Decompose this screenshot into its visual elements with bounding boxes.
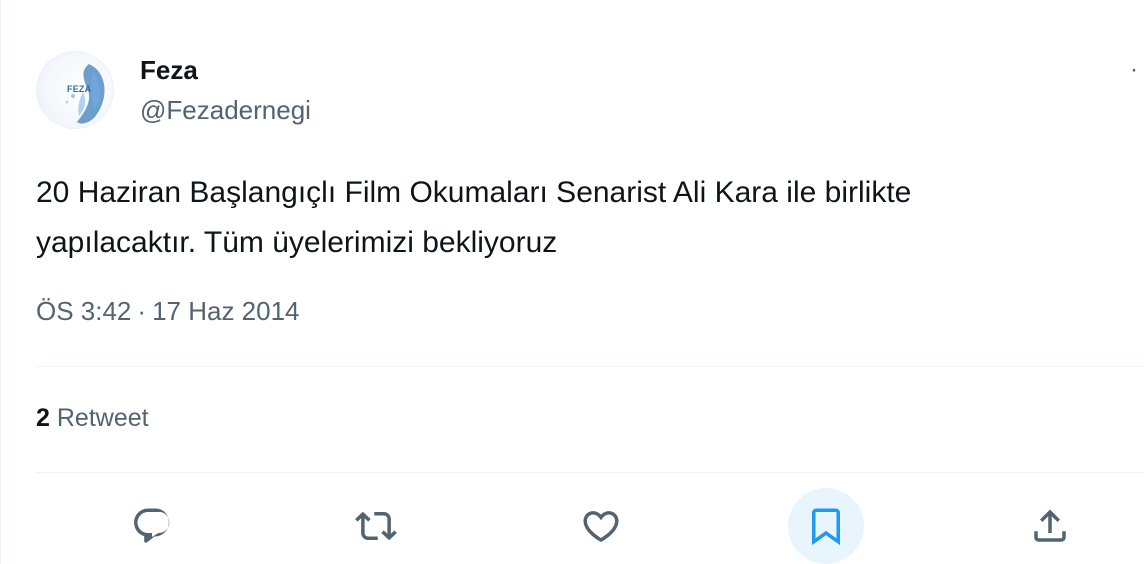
tweet-detail: FEZA Feza @Fezadernegi · 20 Haziran Başl… <box>0 0 1144 564</box>
share-button[interactable] <box>1012 488 1088 564</box>
bookmark-icon <box>812 508 840 546</box>
author-handle[interactable]: @Fezadernegi <box>140 95 311 126</box>
retweet-count: 2 <box>36 404 50 432</box>
tweet-text: 20 Haziran Başlangıçlı Film Okumaları Se… <box>36 176 912 259</box>
avatar-logo-text: FEZA <box>67 84 92 94</box>
bookmark-button[interactable] <box>788 488 864 564</box>
reply-button[interactable] <box>114 488 190 564</box>
retweet-stats[interactable]: 2 Retweet <box>36 404 149 433</box>
retweet-label: Retweet <box>56 404 149 432</box>
divider <box>36 366 1144 367</box>
tweet-timestamp: ÖS 3:42 · 17 Haz 2014 <box>36 296 300 327</box>
tweet-date[interactable]: 17 Haz 2014 <box>152 296 299 326</box>
retweet-icon <box>355 511 397 541</box>
more-options-icon[interactable]: · <box>1130 58 1138 82</box>
divider <box>36 472 1144 473</box>
share-icon <box>1034 509 1066 542</box>
reply-icon <box>134 508 170 543</box>
author-name[interactable]: Feza <box>140 55 198 86</box>
like-button[interactable] <box>563 488 639 564</box>
retweet-button[interactable] <box>338 488 414 564</box>
tweet-time[interactable]: ÖS 3:42 <box>36 296 131 326</box>
heart-icon <box>583 511 619 543</box>
avatar[interactable]: FEZA <box>36 51 114 129</box>
left-border <box>0 0 1 564</box>
meta-separator: · <box>137 296 147 326</box>
